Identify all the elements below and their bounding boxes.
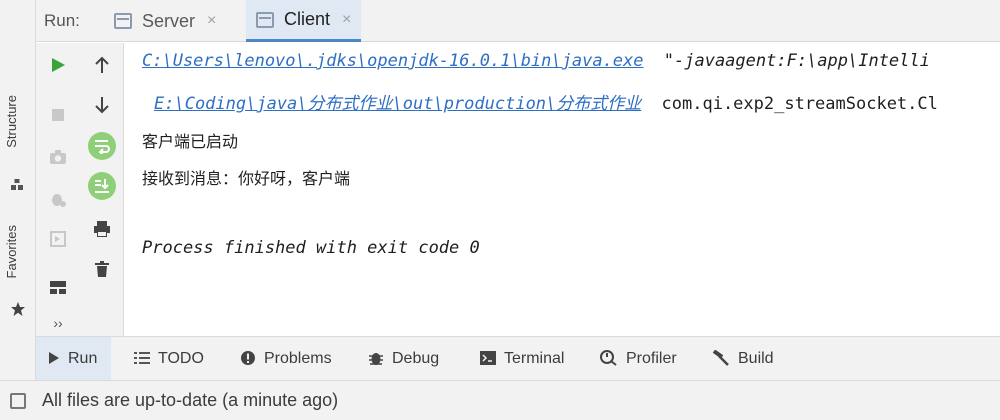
alert-icon (240, 350, 256, 369)
dump-threads-button[interactable] (44, 143, 72, 171)
left-tool-strip: Structure Favorites (0, 0, 36, 380)
status-bar: All files are up-to-date (a minute ago) (0, 380, 1000, 420)
trash-icon (95, 261, 109, 277)
console-line-message-received: 接收到消息：你好呀，客户端 (142, 169, 351, 188)
terminal-icon (480, 350, 496, 368)
bottom-tab-build-label: Build (738, 350, 774, 367)
stop-icon (52, 109, 64, 121)
exit-button[interactable] (44, 225, 72, 253)
camera-icon (50, 150, 66, 164)
tab-server-label: Server (142, 10, 196, 31)
play-icon (48, 351, 60, 367)
bottom-tab-problems[interactable]: Problems (240, 337, 332, 381)
bottom-tool-tabs: Run TODO Problems Debug Terminal Profile… (36, 336, 1000, 381)
structure-tool-button[interactable]: Structure (4, 95, 19, 148)
java-exe-path-link[interactable]: C:\Users\lenovo\.jdks\openjdk-16.0.1\bin… (142, 51, 644, 71)
bottom-tab-todo-label: TODO (158, 350, 204, 367)
bottom-tab-todo[interactable]: TODO (134, 337, 204, 381)
tab-client-label: Client (284, 9, 331, 29)
bottom-tab-terminal[interactable]: Terminal (480, 337, 564, 381)
tab-client-close-icon[interactable]: × (342, 11, 351, 29)
hammer-icon (712, 348, 730, 369)
layout-icon (50, 281, 66, 294)
console-output[interactable]: C:\Users\lenovo\.jdks\openjdk-16.0.1\bin… (124, 43, 1000, 336)
bottom-tab-debug[interactable]: Debug (368, 337, 439, 381)
bottom-tab-build[interactable]: Build (712, 337, 774, 381)
console-line-classpath: E:\Coding\java\分布式作业\out\production\分布式作… (154, 89, 938, 114)
bottom-tab-terminal-label: Terminal (504, 350, 565, 367)
layout-button[interactable] (44, 273, 72, 301)
print-button[interactable] (88, 215, 116, 243)
console-line-command: C:\Users\lenovo\.jdks\openjdk-16.0.1\bin… (142, 51, 930, 71)
bottom-tab-run[interactable]: Run (36, 337, 112, 381)
bottom-tab-debug-label: Debug (392, 350, 440, 367)
printer-icon (94, 221, 110, 237)
bottom-tab-problems-label: Problems (264, 350, 332, 367)
console-line-exit-code: Process finished with exit code 0 (142, 238, 480, 258)
run-toolbar-primary: ›› (36, 43, 80, 336)
list-icon (134, 351, 150, 367)
favorites-tool-button[interactable]: Favorites (4, 225, 19, 278)
debug-settings-button[interactable] (44, 185, 72, 213)
scroll-to-end-icon (95, 179, 109, 193)
more-chevron-icon[interactable]: ›› (44, 309, 72, 337)
star-icon (10, 301, 26, 317)
run-toolbar-secondary (80, 43, 124, 336)
tab-client[interactable]: Client × (246, 0, 362, 42)
run-tab-bar: Run: Server × Client × (36, 0, 1000, 42)
classpath-link[interactable]: E:\Coding\java\分布式作业\out\production\分布式作… (154, 94, 641, 114)
javaagent-argument: "-javaagent:F:\app\Intelli (663, 51, 930, 71)
down-stack-button[interactable] (88, 91, 116, 119)
stop-button[interactable] (44, 101, 72, 129)
arrow-down-icon (95, 97, 109, 114)
bottom-tab-profiler-label: Profiler (626, 350, 677, 367)
console-icon (114, 13, 132, 29)
soft-wrap-button[interactable] (88, 132, 116, 160)
tab-server-close-icon[interactable]: × (207, 12, 216, 30)
status-message: All files are up-to-date (a minute ago) (42, 390, 339, 410)
status-window-icon[interactable] (10, 392, 26, 409)
run-label: Run: (44, 11, 80, 30)
tab-server[interactable]: Server × (104, 0, 226, 42)
bug-icon (368, 350, 384, 369)
clear-all-button[interactable] (88, 255, 116, 283)
profiler-icon (600, 349, 618, 369)
ide-window: Structure Favorites Run: Server × Client… (0, 0, 1000, 420)
structure-icon (10, 176, 26, 192)
main-class-argument: com.qi.exp2_streamSocket.Cl (661, 94, 938, 114)
up-stack-button[interactable] (88, 51, 116, 79)
arrow-up-icon (95, 56, 109, 73)
soft-wrap-icon (95, 140, 110, 154)
console-icon (256, 11, 274, 28)
play-icon (52, 58, 65, 72)
rerun-button[interactable] (44, 51, 72, 79)
scroll-to-end-button[interactable] (88, 172, 116, 200)
bottom-tab-run-label: Run (68, 350, 98, 367)
bug-gear-icon (52, 194, 66, 207)
exit-icon (50, 231, 66, 247)
console-line-client-started: 客户端已启动 (142, 132, 239, 151)
bottom-tab-profiler[interactable]: Profiler (600, 337, 677, 381)
